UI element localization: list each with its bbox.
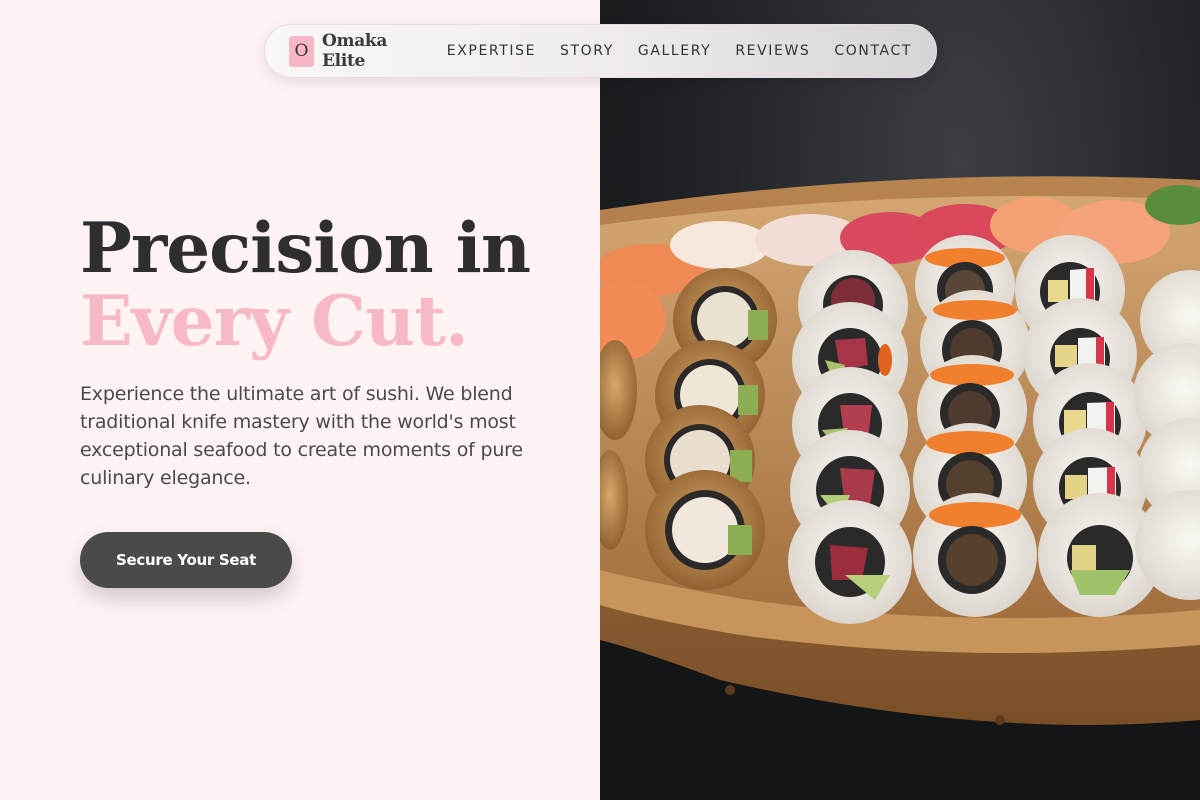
nav-link-story[interactable]: STORY — [560, 43, 614, 59]
brand-name[interactable]: Omaka Elite — [322, 31, 417, 71]
nav-link-expertise[interactable]: EXPERTISE — [447, 43, 536, 59]
sushi-platter-illustration — [600, 176, 1200, 800]
nav-link-gallery[interactable]: GALLERY — [638, 43, 711, 59]
hero-title-line2: Every Cut. — [80, 281, 469, 362]
top-navigation: O Omaka Elite EXPERTISE STORY GALLERY RE… — [264, 24, 937, 78]
nav-link-contact[interactable]: CONTACT — [834, 43, 912, 59]
secure-seat-button[interactable]: Secure Your Seat — [80, 532, 292, 588]
hero-description: Experience the ultimate art of sushi. We… — [80, 383, 523, 489]
hero-title: Precision in Every Cut. — [80, 208, 531, 362]
hero-image — [600, 0, 1200, 800]
logo-icon[interactable]: O — [289, 35, 314, 67]
hero-title-line1: Precision in — [80, 208, 531, 289]
nav-link-reviews[interactable]: REVIEWS — [735, 43, 810, 59]
